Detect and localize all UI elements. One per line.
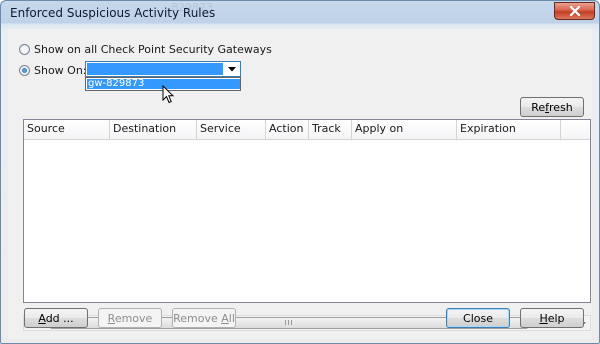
column-header-service[interactable]: Service (197, 120, 266, 139)
column-header-action[interactable]: Action (266, 120, 309, 139)
refresh-button-label: Refresh (531, 100, 573, 114)
column-header-apply-on[interactable]: Apply on (352, 120, 457, 139)
column-header-track[interactable]: Track (309, 120, 352, 139)
show-all-gateways-label: Show on all Check Point Security Gateway… (34, 43, 272, 56)
help-button[interactable]: Help (520, 308, 584, 328)
scrollbar-grip: III (284, 319, 294, 327)
dropdown-arrow-icon (228, 66, 236, 71)
combobox-selected-value (87, 63, 223, 75)
window-close-button[interactable] (554, 2, 595, 20)
dialog-client-area: Show on all Check Point Security Gateway… (8, 29, 592, 339)
close-x-icon (569, 6, 580, 16)
remove-button[interactable]: Remove (98, 308, 162, 328)
help-button-label: Help (539, 311, 565, 325)
show-all-gateways-option[interactable]: Show on all Check Point Security Gateway… (19, 43, 272, 56)
title-bar[interactable]: Enforced Suspicious Activity Rules 82987… (1, 1, 599, 25)
show-on-option[interactable]: Show On: (19, 64, 87, 77)
column-header-expiration[interactable]: Expiration (457, 120, 561, 139)
close-button[interactable]: Close (446, 308, 510, 328)
dialog-window: Enforced Suspicious Activity Rules 82987… (0, 0, 600, 344)
gateway-combobox[interactable] (85, 61, 241, 77)
combobox-dropdown-button[interactable] (224, 62, 240, 76)
show-on-radio[interactable] (19, 65, 30, 76)
rules-table[interactable]: Source Destination Service Action Track … (23, 119, 591, 303)
refresh-button[interactable]: Refresh (520, 97, 584, 117)
add-button-label: Add ... (38, 311, 74, 325)
remove-all-button-label: Remove All (173, 311, 235, 325)
remove-all-button[interactable]: Remove All (172, 308, 236, 328)
add-button[interactable]: Add ... (24, 308, 88, 328)
show-on-label: Show On: (34, 64, 87, 77)
column-header-filler (561, 120, 590, 139)
remove-button-label: Remove (107, 311, 153, 325)
mouse-cursor-icon (162, 85, 174, 104)
show-all-gateways-radio[interactable] (19, 44, 30, 55)
table-header: Source Destination Service Action Track … (24, 120, 590, 140)
background-window-title-fragment: 829873 (171, 1, 213, 14)
column-header-source[interactable]: Source (24, 120, 110, 139)
column-header-destination[interactable]: Destination (110, 120, 197, 139)
